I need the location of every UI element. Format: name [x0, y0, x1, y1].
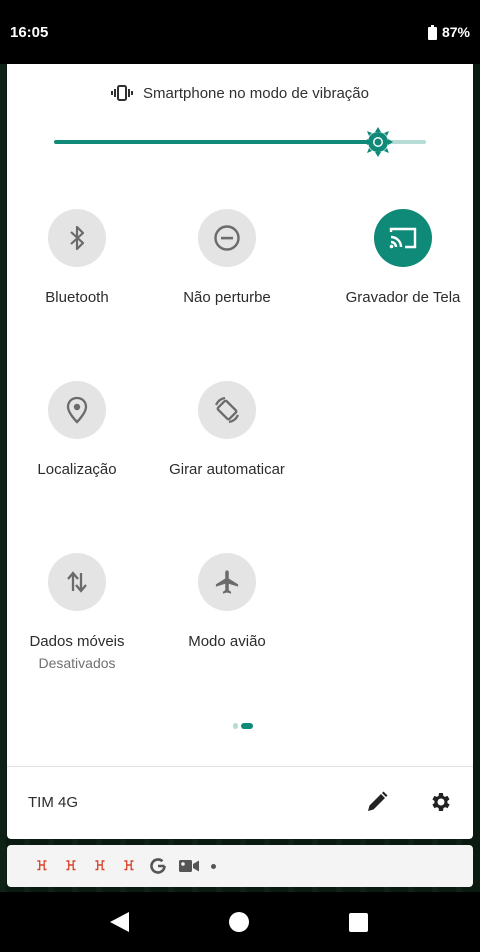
status-right-group: 87% — [427, 24, 470, 40]
mobile-data-icon — [67, 571, 87, 593]
home-icon[interactable] — [229, 912, 249, 932]
vibrate-icon — [111, 85, 133, 101]
tile-airplane-mode-button[interactable] — [198, 553, 256, 611]
tile-screen-recorder[interactable]: Gravador de Tela — [325, 209, 480, 329]
app-icon: ꖾ — [65, 858, 77, 873]
vibration-mode-row[interactable]: Smartphone no modo de vibração — [7, 82, 473, 104]
quick-settings-panel: Smartphone no modo de vibração Bluetooth… — [7, 64, 473, 839]
tile-airplane-mode-label: Modo avião — [188, 633, 266, 650]
battery-icon — [427, 24, 437, 40]
app-icon: ꖾ — [94, 858, 106, 873]
status-time: 16:05 — [10, 24, 49, 41]
tile-screen-recorder-button[interactable] — [374, 209, 432, 267]
tile-mobile-data-label: Dados móveis — [29, 633, 125, 650]
page-indicator — [233, 723, 253, 729]
back-icon[interactable] — [108, 911, 130, 933]
dot-icon — [211, 863, 216, 869]
google-icon — [150, 858, 166, 874]
brightness-thumb-icon[interactable] — [363, 127, 393, 157]
battery-percent: 87% — [441, 24, 470, 40]
navigation-bar — [0, 892, 480, 952]
tile-auto-rotate-label: Girar automaticar — [169, 461, 285, 478]
pencil-icon[interactable] — [365, 790, 389, 814]
footer-divider — [7, 766, 473, 767]
do-not-disturb-icon — [214, 225, 240, 251]
tile-bluetooth-button[interactable] — [48, 209, 106, 267]
tile-location-button[interactable] — [48, 381, 106, 439]
video-camera-icon — [179, 860, 199, 872]
tile-do-not-disturb[interactable]: Não perturbe — [149, 209, 305, 329]
tile-mobile-data-button[interactable] — [48, 553, 106, 611]
tile-location-label: Localização — [37, 461, 117, 478]
notification-strip[interactable]: ꖾ ꖾ ꖾ ꖾ — [7, 845, 473, 887]
tile-do-not-disturb-label: Não perturbe — [183, 289, 271, 306]
tile-mobile-data[interactable]: Dados móveis Desativados — [0, 553, 155, 673]
location-icon — [66, 396, 88, 424]
tile-mobile-data-sublabel: Desativados — [38, 655, 116, 671]
airplane-icon — [215, 570, 239, 594]
notification-icons: ꖾ ꖾ ꖾ ꖾ — [33, 857, 216, 875]
brightness-slider[interactable] — [54, 127, 426, 157]
tile-auto-rotate-button[interactable] — [198, 381, 256, 439]
tile-auto-rotate[interactable]: Girar automaticar — [149, 381, 305, 501]
vibration-mode-text: Smartphone no modo de vibração — [143, 84, 369, 102]
carrier-label: TIM 4G — [28, 794, 79, 811]
tile-location[interactable]: Localização — [0, 381, 155, 501]
tile-bluetooth[interactable]: Bluetooth — [0, 209, 155, 329]
auto-rotate-icon — [214, 396, 240, 424]
recents-icon[interactable] — [349, 913, 368, 932]
tile-bluetooth-label: Bluetooth — [45, 289, 109, 306]
app-icon: ꖾ — [36, 858, 48, 873]
page-dot-1[interactable] — [233, 723, 238, 729]
brightness-track-filled — [54, 140, 378, 144]
screen-cast-icon — [389, 227, 417, 249]
app-icon: ꖾ — [123, 858, 135, 873]
bluetooth-icon — [70, 225, 85, 251]
tile-do-not-disturb-button[interactable] — [198, 209, 256, 267]
tile-screen-recorder-label: Gravador de Tela — [345, 289, 461, 306]
gear-icon[interactable] — [429, 790, 453, 814]
page-dot-2-active[interactable] — [241, 723, 253, 729]
tile-airplane-mode[interactable]: Modo avião — [149, 553, 305, 673]
status-bar: 16:05 87% — [0, 0, 480, 64]
